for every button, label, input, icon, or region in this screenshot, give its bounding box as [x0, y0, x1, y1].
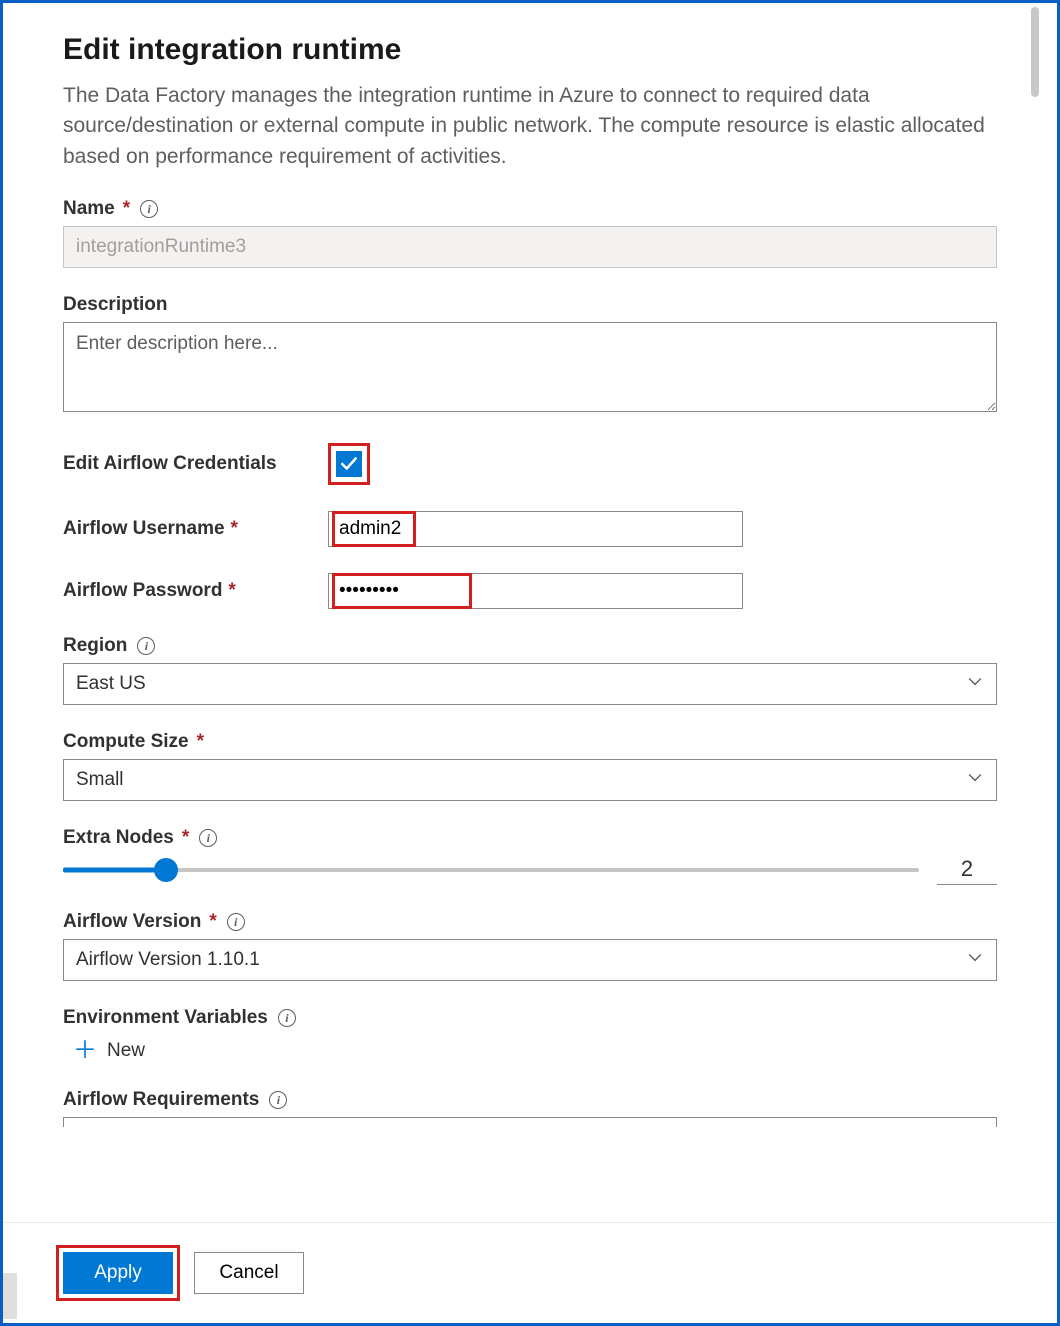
- new-env-var-button[interactable]: ＋ New: [73, 1039, 145, 1063]
- username-input[interactable]: [328, 511, 743, 547]
- required-indicator: *: [197, 731, 204, 753]
- slider-track: [63, 868, 919, 872]
- plus-icon: ＋: [73, 1039, 97, 1063]
- version-select[interactable]: Airflow Version 1.10.1: [63, 939, 997, 981]
- info-icon[interactable]: i: [227, 913, 245, 931]
- highlight-box: [328, 443, 370, 485]
- requirements-input-partial[interactable]: [63, 1117, 997, 1127]
- username-label: Airflow Username: [63, 518, 225, 540]
- version-label: Airflow Version: [63, 911, 201, 933]
- compute-label: Compute Size: [63, 731, 189, 753]
- field-description: Description: [63, 294, 997, 417]
- chevron-down-icon: [968, 769, 982, 791]
- field-airflow-requirements: Airflow Requirements i: [63, 1089, 997, 1127]
- name-input: [63, 226, 997, 268]
- password-label: Airflow Password: [63, 580, 222, 602]
- edit-runtime-panel: Edit integration runtime The Data Factor…: [0, 0, 1060, 1326]
- field-name: Name * i: [63, 198, 997, 268]
- password-input[interactable]: [328, 573, 743, 609]
- field-username: Airflow Username *: [63, 511, 997, 547]
- region-value: East US: [76, 673, 146, 695]
- info-icon[interactable]: i: [269, 1091, 287, 1109]
- check-icon: [340, 455, 358, 473]
- info-icon[interactable]: i: [199, 829, 217, 847]
- required-indicator: *: [123, 198, 130, 220]
- extra-nodes-slider[interactable]: [63, 855, 919, 885]
- highlight-box: Apply: [56, 1245, 180, 1301]
- edit-creds-checkbox[interactable]: [336, 451, 362, 477]
- info-icon[interactable]: i: [140, 200, 158, 218]
- panel-footer: Apply Cancel: [3, 1222, 1057, 1323]
- page-title: Edit integration runtime: [63, 33, 997, 67]
- edit-creds-label: Edit Airflow Credentials: [63, 453, 277, 475]
- description-input[interactable]: [63, 322, 997, 412]
- slider-fill: [63, 868, 166, 873]
- compute-select[interactable]: Small: [63, 759, 997, 801]
- field-env-vars: Environment Variables i ＋ New: [63, 1007, 997, 1063]
- env-label: Environment Variables: [63, 1007, 268, 1029]
- cancel-button[interactable]: Cancel: [194, 1252, 304, 1294]
- description-label: Description: [63, 294, 168, 316]
- required-indicator: *: [209, 911, 216, 933]
- panel-body: Edit integration runtime The Data Factor…: [3, 3, 1057, 1222]
- extra-nodes-label: Extra Nodes: [63, 827, 174, 849]
- chevron-down-icon: [968, 673, 982, 695]
- left-scrollbar-stub: [3, 1273, 17, 1319]
- required-indicator: *: [228, 580, 235, 602]
- new-label: New: [107, 1040, 145, 1062]
- req-label: Airflow Requirements: [63, 1089, 259, 1111]
- info-icon[interactable]: i: [278, 1009, 296, 1027]
- field-region: Region i East US: [63, 635, 997, 705]
- region-label: Region: [63, 635, 127, 657]
- info-icon[interactable]: i: [137, 637, 155, 655]
- compute-value: Small: [76, 769, 124, 791]
- required-indicator: *: [182, 827, 189, 849]
- field-password: Airflow Password *: [63, 573, 997, 609]
- page-intro: The Data Factory manages the integration…: [63, 81, 997, 172]
- apply-button[interactable]: Apply: [63, 1252, 173, 1294]
- version-value: Airflow Version 1.10.1: [76, 949, 260, 971]
- field-compute-size: Compute Size * Small: [63, 731, 997, 801]
- required-indicator: *: [231, 518, 238, 540]
- chevron-down-icon: [968, 949, 982, 971]
- field-airflow-version: Airflow Version * i Airflow Version 1.10…: [63, 911, 997, 981]
- field-extra-nodes: Extra Nodes * i 2: [63, 827, 997, 885]
- field-edit-credentials: Edit Airflow Credentials: [63, 443, 997, 485]
- extra-nodes-value[interactable]: 2: [937, 856, 997, 885]
- slider-thumb[interactable]: [154, 858, 178, 882]
- scrollbar-thumb[interactable]: [1031, 7, 1039, 97]
- name-label: Name: [63, 198, 115, 220]
- region-select[interactable]: East US: [63, 663, 997, 705]
